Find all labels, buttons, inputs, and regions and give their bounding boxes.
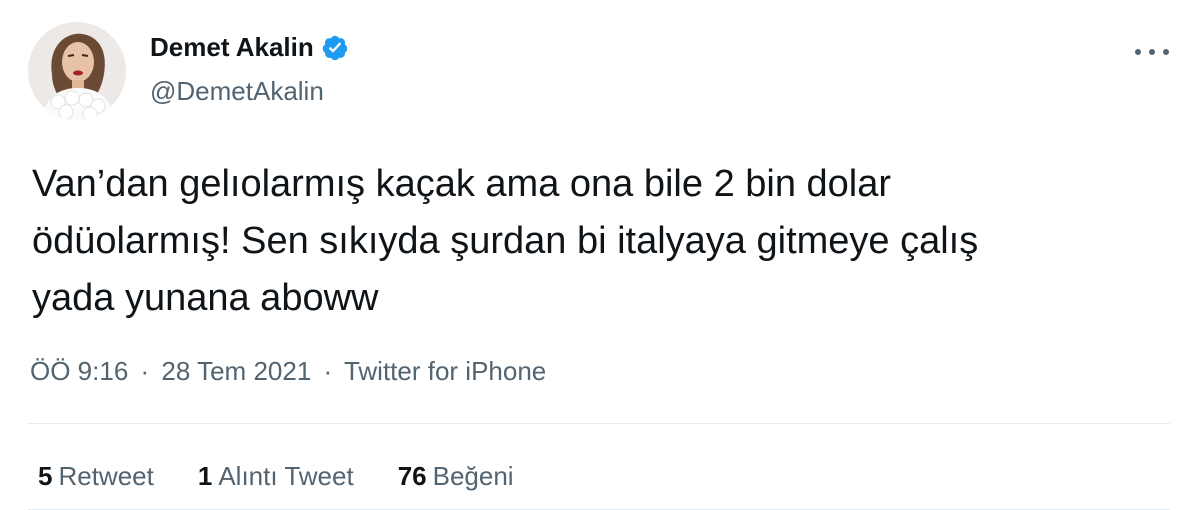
tweet-text: Van’dan gelıolarmış kaçak ama ona bile 2… (32, 163, 979, 319)
author-handle[interactable]: @DemetAkalin (150, 76, 324, 107)
like-stat[interactable]: 76 Beğeni (398, 461, 514, 492)
retweet-stat[interactable]: 5 Retweet (38, 461, 154, 492)
meta-separator: · (140, 356, 150, 386)
retweet-label: Retweet (58, 461, 154, 491)
tweet-time[interactable]: ÖÖ 9:16 (30, 356, 128, 386)
avatar-image (28, 22, 126, 120)
like-label: Beğeni (432, 461, 514, 491)
tweet-source[interactable]: Twitter for iPhone (344, 356, 546, 386)
quote-tweet-count: 1 (197, 461, 213, 491)
like-count: 76 (397, 461, 427, 491)
retweet-count: 5 (38, 461, 53, 491)
author-name-row: Demet Akalin (150, 32, 349, 63)
more-options-icon[interactable] (1130, 40, 1174, 64)
quote-tweet-stat[interactable]: 1 Alıntı Tweet (198, 461, 354, 492)
engagement-stats: 5 Retweet 1 Alıntı Tweet 76 Beğeni (38, 461, 558, 492)
divider (28, 423, 1170, 424)
tweet-card: Demet Akalin @DemetAkalin Van’dan gelıol… (0, 0, 1200, 510)
tweet-date[interactable]: 28 Tem 2021 (161, 356, 311, 386)
avatar[interactable] (28, 22, 126, 120)
quote-tweet-label: Alıntı Tweet (218, 461, 354, 491)
meta-separator: · (323, 356, 333, 386)
tweet-meta: ÖÖ 9:16 · 28 Tem 2021 · Twitter for iPho… (30, 356, 546, 387)
author-display-name[interactable]: Demet Akalin (150, 32, 314, 63)
verified-badge-icon (321, 34, 349, 62)
